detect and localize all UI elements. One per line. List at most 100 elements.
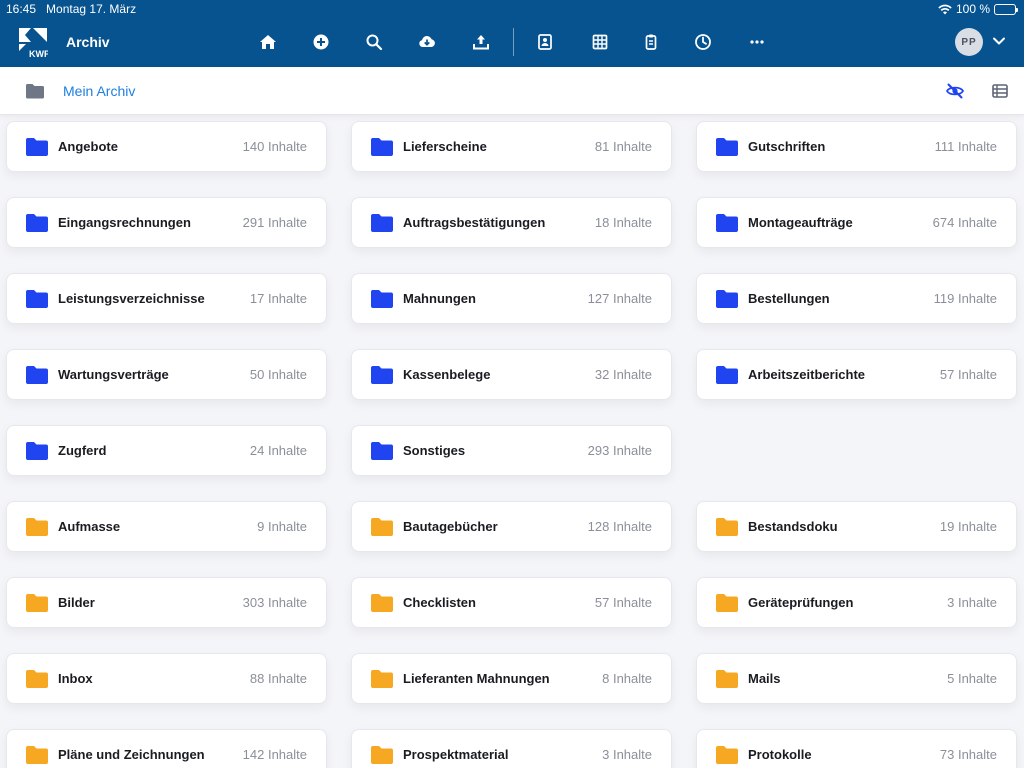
folder-card[interactable]: Bestandsdoku 19 Inhalte xyxy=(696,501,1017,552)
folder-card[interactable]: Angebote 140 Inhalte xyxy=(6,121,327,172)
folder-count: 303 Inhalte xyxy=(242,595,307,610)
folder-count: 3 Inhalte xyxy=(947,595,997,610)
folder-icon xyxy=(26,442,48,460)
folder-count: 32 Inhalte xyxy=(594,367,652,382)
home-icon[interactable] xyxy=(257,31,279,53)
status-date: Montag 17. März xyxy=(46,2,137,16)
folder-card[interactable]: Sonstiges 293 Inhalte xyxy=(351,425,672,476)
folder-count: 127 Inhalte xyxy=(587,291,652,306)
cloud-download-icon[interactable] xyxy=(416,31,438,53)
folder-icon xyxy=(716,290,738,308)
folder-name: Inbox xyxy=(58,671,93,686)
folder-name: Prospektmaterial xyxy=(403,747,509,762)
nav-divider xyxy=(513,28,514,56)
folder-icon xyxy=(371,594,393,612)
status-right: 100 % xyxy=(938,2,1018,16)
folder-name: Lieferscheine xyxy=(403,139,487,154)
more-icon[interactable] xyxy=(746,31,768,53)
folder-name: Mails xyxy=(748,671,781,686)
folder-count: 142 Inhalte xyxy=(242,747,307,762)
folder-icon xyxy=(716,594,738,612)
folder-card[interactable]: Prospektmaterial 3 Inhalte xyxy=(351,729,672,768)
folder-card[interactable]: Wartungsverträge 50 Inhalte xyxy=(6,349,327,400)
folder-icon xyxy=(26,670,48,688)
folder-name: Pläne und Zeichnungen xyxy=(58,747,205,762)
page-title[interactable]: Mein Archiv xyxy=(63,83,135,99)
folder-card[interactable]: Checklisten 57 Inhalte xyxy=(351,577,672,628)
folder-icon xyxy=(371,518,393,536)
folder-icon xyxy=(26,138,48,156)
folder-count: 17 Inhalte xyxy=(249,291,307,306)
folder-name: Protokolle xyxy=(748,747,812,762)
folder-count: 57 Inhalte xyxy=(939,367,997,382)
status-bar: 16:45 Montag 17. März 100 % xyxy=(0,0,1024,18)
folder-icon xyxy=(371,746,393,764)
folder-card[interactable]: Pläne und Zeichnungen 142 Inhalte xyxy=(6,729,327,768)
folder-name: Mahnungen xyxy=(403,291,476,306)
contact-card-icon[interactable] xyxy=(534,31,556,53)
folder-card[interactable]: Inbox 88 Inhalte xyxy=(6,653,327,704)
clock-icon[interactable] xyxy=(692,31,714,53)
folder-card[interactable]: Auftragsbestätigungen 18 Inhalte xyxy=(351,197,672,248)
folder-card[interactable]: Geräteprüfungen 3 Inhalte xyxy=(696,577,1017,628)
folder-icon xyxy=(371,442,393,460)
folder-icon xyxy=(371,366,393,384)
folder-card[interactable]: Lieferanten Mahnungen 8 Inhalte xyxy=(351,653,672,704)
battery-icon xyxy=(994,3,1018,15)
folder-icon xyxy=(26,366,48,384)
folder-name: Zugferd xyxy=(58,443,107,458)
grid-icon[interactable] xyxy=(589,31,611,53)
folder-name: Bestellungen xyxy=(748,291,830,306)
folder-name: Kassenbelege xyxy=(403,367,491,382)
folder-card[interactable]: Bestellungen 119 Inhalte xyxy=(696,273,1017,324)
folder-card[interactable]: Lieferscheine 81 Inhalte xyxy=(351,121,672,172)
breadcrumb: Mein Archiv xyxy=(0,67,1024,115)
folder-count: 3 Inhalte xyxy=(602,747,652,762)
folder-name: Lieferanten Mahnungen xyxy=(403,671,550,686)
folder-name: Montageaufträge xyxy=(748,215,853,230)
eye-off-icon[interactable] xyxy=(945,81,965,101)
folder-icon xyxy=(26,214,48,232)
wifi-icon xyxy=(938,4,952,14)
folder-count: 674 Inhalte xyxy=(932,215,997,230)
folder-name: Auftragsbestätigungen xyxy=(403,215,546,230)
folder-icon xyxy=(26,290,48,308)
folder-name: Checklisten xyxy=(403,595,476,610)
folder-card[interactable]: Aufmasse 9 Inhalte xyxy=(6,501,327,552)
folder-icon xyxy=(26,594,48,612)
folder-count: 119 Inhalte xyxy=(933,291,997,306)
folder-count: 5 Inhalte xyxy=(947,671,997,686)
folder-count: 111 Inhalte xyxy=(934,139,997,154)
search-icon[interactable] xyxy=(363,31,385,53)
folder-icon xyxy=(716,746,738,764)
folder-card[interactable]: Gutschriften 111 Inhalte xyxy=(696,121,1017,172)
upload-icon[interactable] xyxy=(470,31,492,53)
list-view-icon[interactable] xyxy=(990,81,1010,101)
folder-card[interactable]: Eingangsrechnungen 291 Inhalte xyxy=(6,197,327,248)
folder-card[interactable]: Arbeitszeitberichte 57 Inhalte xyxy=(696,349,1017,400)
add-icon[interactable] xyxy=(310,31,332,53)
folder-icon xyxy=(716,138,738,156)
folder-name: Bilder xyxy=(58,595,95,610)
folder-count: 140 Inhalte xyxy=(242,139,307,154)
chevron-down-icon[interactable] xyxy=(991,33,1007,49)
folder-card[interactable]: Zugferd 24 Inhalte xyxy=(6,425,327,476)
folder-count: 128 Inhalte xyxy=(587,519,652,534)
folder-card[interactable]: Bautagebücher 128 Inhalte xyxy=(351,501,672,552)
folder-icon xyxy=(716,366,738,384)
folder-card[interactable]: Protokolle 73 Inhalte xyxy=(696,729,1017,768)
folder-count: 24 Inhalte xyxy=(249,443,307,458)
folder-card[interactable]: Kassenbelege 32 Inhalte xyxy=(351,349,672,400)
folder-card[interactable]: Bilder 303 Inhalte xyxy=(6,577,327,628)
folder-card[interactable]: Mails 5 Inhalte xyxy=(696,653,1017,704)
folder-count: 293 Inhalte xyxy=(587,443,652,458)
folder-card[interactable]: Montageaufträge 674 Inhalte xyxy=(696,197,1017,248)
folder-count: 19 Inhalte xyxy=(939,519,997,534)
top-navbar: KWP Archiv PP xyxy=(0,18,1024,67)
folder-card[interactable]: Mahnungen 127 Inhalte xyxy=(351,273,672,324)
folder-icon xyxy=(371,670,393,688)
folder-card[interactable]: Leistungsverzeichnisse 17 Inhalte xyxy=(6,273,327,324)
user-avatar[interactable]: PP xyxy=(955,28,983,56)
folder-name: Eingangsrechnungen xyxy=(58,215,191,230)
clipboard-icon[interactable] xyxy=(640,31,662,53)
